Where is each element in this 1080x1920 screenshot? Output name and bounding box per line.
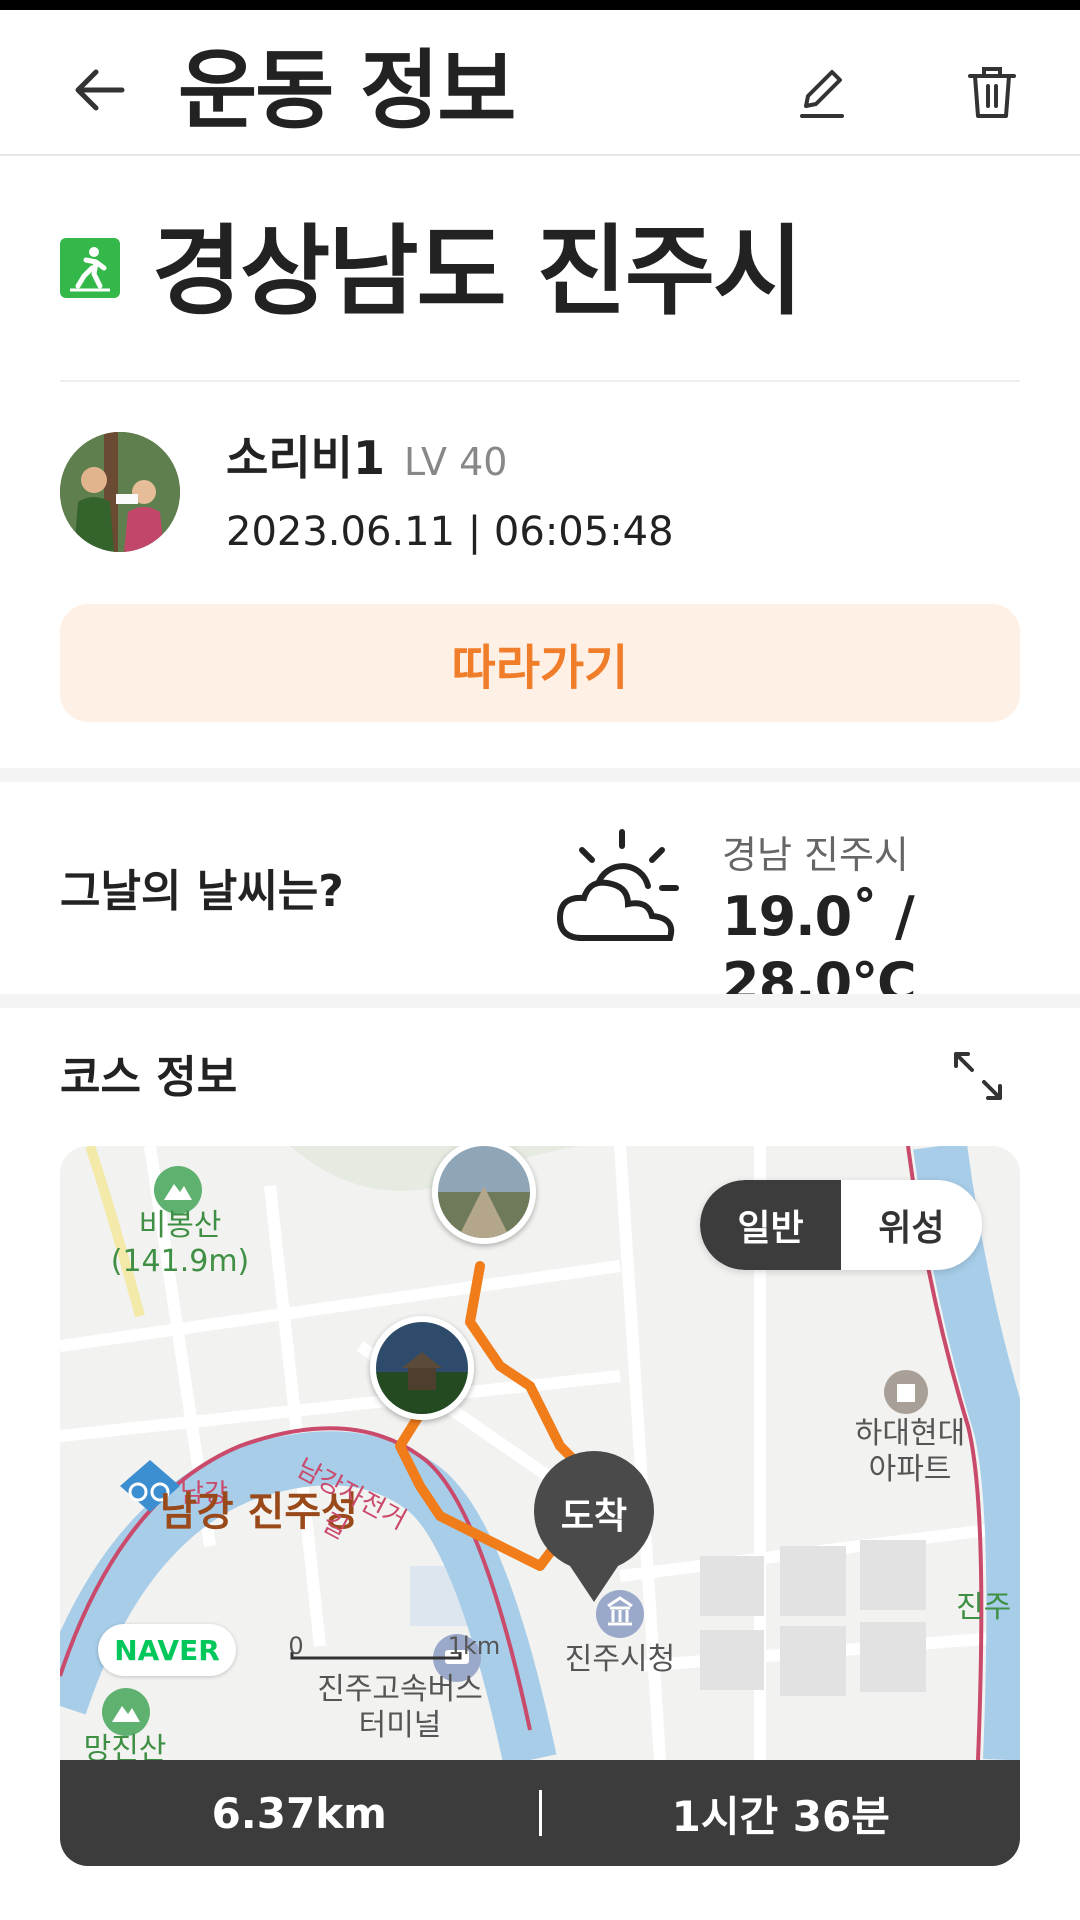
course-stats-bar: 6.37km 1시간 36분	[60, 1760, 1020, 1866]
user-avatar[interactable]	[60, 432, 180, 552]
arrival-marker[interactable]: 도착	[534, 1451, 654, 1606]
partly-cloudy-icon	[556, 829, 679, 941]
map-type-satellite[interactable]: 위성	[841, 1180, 982, 1270]
map-scale-start: 0	[288, 1632, 304, 1660]
edit-button[interactable]	[780, 50, 864, 134]
section-divider	[0, 994, 1080, 1008]
user-name: 소리비1	[226, 431, 385, 485]
location-title: 경상남도 진주시	[152, 215, 803, 329]
map-label-mountain1-height: (141.9m)	[110, 1244, 250, 1279]
hiking-icon	[60, 238, 120, 298]
map-label-mountain1-name: 비봉산	[138, 1208, 222, 1243]
divider	[60, 380, 1020, 382]
page-title: 운동 정보	[178, 41, 516, 141]
map-label-bus-terminal: 진주고속버스 터미널	[317, 1672, 483, 1743]
map-type-normal[interactable]: 일반	[700, 1180, 841, 1270]
workout-datetime: 2023.06.11 | 06:05:48	[226, 509, 674, 555]
map-label-city-hall: 진주시청	[564, 1642, 676, 1677]
naver-logo: NAVER	[98, 1624, 236, 1676]
app-header: 운동 정보	[0, 10, 1080, 156]
arrival-marker-label: 도착	[561, 1496, 627, 1537]
back-arrow-icon	[75, 69, 125, 111]
weather-region: 경남 진주시	[722, 833, 909, 877]
map-label-apartment: 하대현대 아파트	[854, 1416, 966, 1487]
user-level: LV 40	[404, 440, 508, 484]
delete-button[interactable]	[950, 50, 1034, 134]
map-label-edge: 진주	[956, 1590, 1012, 1625]
status-bar	[0, 0, 1080, 10]
course-map[interactable]: 비봉산 (141.9m) 하대현대 아파트 남강 남강 진주성 남강자전거길 진…	[60, 1146, 1020, 1760]
back-button[interactable]	[60, 50, 140, 130]
course-label: 코스 정보	[60, 1052, 238, 1103]
pencil-icon	[800, 70, 844, 118]
map-label-mountain2: 망진산	[83, 1732, 167, 1760]
photo-marker-2[interactable]	[370, 1316, 474, 1420]
map-scale-end: 1km	[447, 1632, 501, 1660]
follow-button[interactable]: 따라가기	[60, 604, 1020, 722]
course-distance: 6.37km	[211, 1788, 387, 1838]
section-divider	[0, 768, 1080, 782]
map-type-toggle[interactable]: 일반 위성	[700, 1180, 982, 1270]
trash-icon	[968, 67, 1016, 118]
course-duration: 1시간 36분	[671, 1791, 890, 1841]
expand-icon[interactable]	[948, 1046, 1008, 1106]
weather-label: 그날의 날씨는?	[60, 866, 344, 917]
